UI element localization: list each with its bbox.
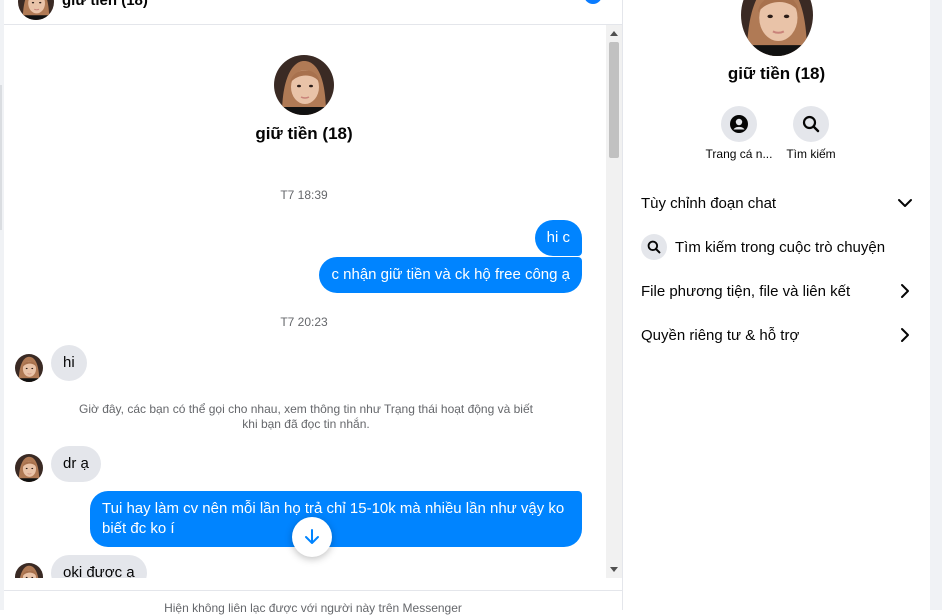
menu-media-files-links[interactable]: File phương tiện, file và liên kết	[641, 275, 913, 307]
menu-search-in-chat[interactable]: Tìm kiếm trong cuộc trò chuyện	[641, 231, 913, 263]
scroll-down-arrow-icon[interactable]	[606, 562, 622, 578]
scroll-to-bottom-button[interactable]	[292, 517, 332, 557]
menu-media-label: File phương tiện, file và liên kết	[641, 282, 851, 300]
search-button[interactable]	[793, 106, 829, 142]
timestamp-separator: T7 18:39	[280, 188, 328, 202]
chevron-right-icon	[901, 328, 909, 342]
arrow-down-icon	[305, 529, 319, 544]
menu-privacy-label: Quyền riêng tư & hỗ trợ	[641, 326, 800, 344]
scrollbar[interactable]	[606, 25, 622, 578]
header-info-icon[interactable]	[584, 0, 602, 4]
timestamp-separator: T7 20:23	[280, 315, 328, 329]
scroll-up-arrow-icon[interactable]	[606, 25, 622, 41]
message-incoming[interactable]: hi	[51, 345, 87, 381]
contact-avatar[interactable]	[15, 454, 43, 482]
system-notice: Giờ đây, các bạn có thể gọi cho nhau, xe…	[79, 402, 533, 431]
header-avatar[interactable]	[18, 0, 54, 20]
message-incoming[interactable]: dr ạ	[51, 446, 101, 482]
scroll-thumb[interactable]	[609, 42, 619, 158]
menu-customize-label: Tùy chỉnh đoạn chat	[641, 194, 777, 212]
left-edge-line	[0, 85, 2, 230]
unreachable-notice: Hiện không liên lạc được với người này t…	[164, 601, 462, 615]
message-outgoing[interactable]: Tui hay làm cv nên mỗi lần họ trả chỉ 15…	[90, 491, 582, 547]
message-list: giữ tiền (18) T7 18:39 hi c c nhận giữ t…	[4, 25, 604, 578]
search-icon	[641, 234, 667, 260]
menu-customize-chat[interactable]: Tùy chỉnh đoạn chat	[641, 187, 913, 219]
chat-header: giữ tiền (18)	[4, 0, 622, 25]
contact-avatar[interactable]	[15, 563, 43, 578]
info-avatar[interactable]	[741, 0, 813, 56]
profile-icon	[730, 115, 748, 133]
profile-avatar[interactable]	[274, 55, 334, 115]
search-icon	[802, 115, 820, 133]
conversation-info-panel: giữ tiền (18) Trang cá n... Tìm kiếm Tùy…	[623, 0, 930, 610]
message-outgoing[interactable]: hi c	[534, 220, 582, 256]
profile-name: giữ tiền (18)	[255, 124, 353, 143]
search-button-label: Tìm kiếm	[786, 147, 836, 161]
message-incoming[interactable]: oki được ạ	[51, 555, 147, 578]
message-outgoing[interactable]: c nhận giữ tiền và ck hộ free công ạ	[319, 257, 582, 293]
footer: Hiện không liên lạc được với người này t…	[4, 590, 622, 615]
menu-privacy-support[interactable]: Quyền riêng tư & hỗ trợ	[641, 319, 913, 351]
profile-button[interactable]	[721, 106, 757, 142]
menu-search-label: Tìm kiếm trong cuộc trò chuyện	[675, 238, 886, 256]
chevron-right-icon	[901, 284, 909, 298]
chevron-down-icon	[898, 199, 912, 207]
info-name: giữ tiền (18)	[727, 64, 826, 83]
header-contact-name[interactable]: giữ tiền (18)	[62, 0, 148, 9]
contact-avatar[interactable]	[15, 354, 43, 382]
profile-button-label: Trang cá n...	[705, 147, 773, 161]
chat-panel: giữ tiền (18) giữ tiền (18) T7 18:39 hi …	[4, 0, 622, 615]
right-edge	[930, 0, 942, 610]
